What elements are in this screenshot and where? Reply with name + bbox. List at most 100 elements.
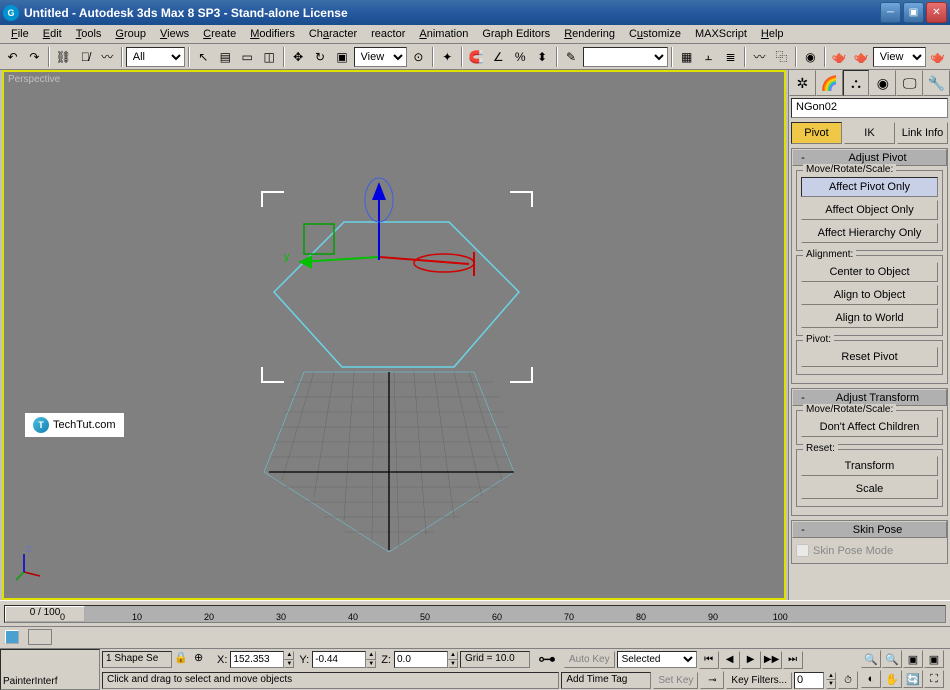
layer-manager-button[interactable]: ≣ bbox=[720, 46, 741, 68]
pivot-center-button[interactable]: ⊙ bbox=[408, 46, 429, 68]
menu-group[interactable]: Group bbox=[108, 26, 153, 42]
zoom-button[interactable]: 🔍 bbox=[861, 650, 881, 668]
window-crossing-button[interactable]: ◫ bbox=[259, 46, 280, 68]
minimize-button[interactable]: ─ bbox=[880, 2, 901, 23]
tab-utilities[interactable]: 🔧 bbox=[923, 70, 950, 96]
align-button[interactable]: ⫠ bbox=[698, 46, 719, 68]
center-to-object-button[interactable]: Center to Object bbox=[801, 262, 938, 282]
trackbar-toggle-button[interactable] bbox=[5, 630, 19, 644]
key-mode-dropdown[interactable]: Selected bbox=[617, 651, 697, 668]
goto-start-button[interactable]: ⏮ bbox=[699, 651, 719, 669]
y-coord-input[interactable] bbox=[312, 651, 366, 668]
affect-hierarchy-only-button[interactable]: Affect Hierarchy Only bbox=[801, 223, 938, 243]
angle-snap-button[interactable]: ∠ bbox=[488, 46, 509, 68]
move-button[interactable]: ✥ bbox=[288, 46, 309, 68]
tab-motion[interactable]: ◉ bbox=[869, 70, 896, 96]
spinner-snap-button[interactable]: ⬍ bbox=[532, 46, 553, 68]
menu-help[interactable]: Help bbox=[754, 26, 791, 42]
link-button[interactable]: ⛓ bbox=[53, 46, 74, 68]
key-filters-button[interactable]: Key Filters... bbox=[726, 672, 792, 689]
x-spinner[interactable]: ▲▼ bbox=[284, 651, 294, 668]
affect-pivot-only-button[interactable]: Affect Pivot Only bbox=[801, 177, 938, 197]
named-selection-dropdown[interactable] bbox=[583, 47, 669, 67]
z-spinner[interactable]: ▲▼ bbox=[448, 651, 458, 668]
mirror-button[interactable]: ▦ bbox=[676, 46, 697, 68]
time-ruler[interactable] bbox=[0, 626, 950, 648]
scale-button[interactable]: ▣ bbox=[332, 46, 353, 68]
time-slider-handle[interactable]: 0 / 100 bbox=[5, 606, 85, 622]
rotate-button[interactable]: ↻ bbox=[310, 46, 331, 68]
reset-pivot-button[interactable]: Reset Pivot bbox=[801, 347, 938, 367]
render-last-button[interactable]: 🫖 bbox=[927, 46, 948, 68]
align-to-world-button[interactable]: Align to World bbox=[801, 308, 938, 328]
menu-animation[interactable]: Animation bbox=[412, 26, 475, 42]
select-by-name-button[interactable]: ▤ bbox=[215, 46, 236, 68]
snap-toggle-button[interactable]: 🧲 bbox=[466, 46, 487, 68]
tab-modify[interactable]: 🌈 bbox=[816, 70, 843, 96]
menu-tools[interactable]: Tools bbox=[69, 26, 109, 42]
render-view-dropdown[interactable]: View bbox=[873, 47, 926, 67]
pan-button[interactable]: ✋ bbox=[882, 670, 902, 688]
schematic-view-button[interactable]: ⿻ bbox=[771, 46, 792, 68]
zoom-all-button[interactable]: 🔍 bbox=[882, 650, 902, 668]
rollout-skin-pose-header[interactable]: - Skin Pose bbox=[792, 521, 947, 538]
bind-spacewarp-button[interactable]: 〰 bbox=[97, 46, 118, 68]
trackbar-key-icon[interactable] bbox=[28, 629, 52, 645]
named-selection-edit-button[interactable]: ✎ bbox=[561, 46, 582, 68]
arc-rotate-button[interactable]: 🔄 bbox=[903, 670, 923, 688]
set-key-button[interactable]: Set Key bbox=[653, 672, 698, 689]
prev-frame-button[interactable]: ◀ bbox=[720, 651, 740, 669]
zoom-extents-all-button[interactable]: ▣ bbox=[924, 650, 944, 668]
menu-customize[interactable]: Customize bbox=[622, 26, 688, 42]
percent-snap-button[interactable]: % bbox=[510, 46, 531, 68]
current-frame-input[interactable] bbox=[794, 672, 824, 689]
frame-spinner[interactable]: ▲▼ bbox=[826, 672, 836, 689]
unlink-button[interactable]: ⛓̸ bbox=[75, 46, 96, 68]
undo-button[interactable]: ↶ bbox=[2, 46, 23, 68]
menu-modifiers[interactable]: Modifiers bbox=[243, 26, 302, 42]
quick-render-button[interactable]: 🫖 bbox=[851, 46, 872, 68]
menu-file[interactable]: File bbox=[4, 26, 36, 42]
select-region-button[interactable]: ▭ bbox=[237, 46, 258, 68]
object-name-field[interactable]: NGon02 bbox=[791, 98, 948, 118]
reset-transform-button[interactable]: Transform bbox=[801, 456, 938, 476]
tab-hierarchy[interactable]: ⛬ bbox=[843, 70, 870, 96]
redo-button[interactable]: ↷ bbox=[24, 46, 45, 68]
set-key-large-button[interactable]: ⊸ bbox=[700, 671, 724, 689]
render-scene-button[interactable]: 🫖 bbox=[829, 46, 850, 68]
subtab-linkinfo[interactable]: Link Info bbox=[897, 122, 948, 144]
menu-views[interactable]: Views bbox=[153, 26, 196, 42]
affect-object-only-button[interactable]: Affect Object Only bbox=[801, 200, 938, 220]
selection-lock-button[interactable]: 🔒 bbox=[174, 651, 192, 668]
select-object-button[interactable]: ↖ bbox=[193, 46, 214, 68]
z-coord-input[interactable] bbox=[394, 651, 448, 668]
zoom-extents-button[interactable]: ▣ bbox=[903, 650, 923, 668]
min-max-toggle-button[interactable]: ⛶ bbox=[924, 670, 944, 688]
menu-maxscript[interactable]: MAXScript bbox=[688, 26, 754, 42]
dont-affect-children-button[interactable]: Don't Affect Children bbox=[801, 417, 938, 437]
menu-character[interactable]: Character bbox=[302, 26, 364, 42]
time-tag-field[interactable]: Add Time Tag bbox=[561, 672, 651, 689]
material-editor-button[interactable]: ◉ bbox=[800, 46, 821, 68]
menu-grapheditors[interactable]: Graph Editors bbox=[475, 26, 557, 42]
reset-scale-button[interactable]: Scale bbox=[801, 479, 938, 499]
selection-filter-dropdown[interactable]: All bbox=[126, 47, 185, 67]
next-frame-button[interactable]: ▶▶ bbox=[762, 651, 782, 669]
time-slider[interactable]: 0 / 100 bbox=[4, 605, 946, 623]
y-spinner[interactable]: ▲▼ bbox=[366, 651, 376, 668]
menu-edit[interactable]: Edit bbox=[36, 26, 69, 42]
maximize-button[interactable]: ▣ bbox=[903, 2, 924, 23]
time-config-button[interactable]: ⏱ bbox=[838, 671, 858, 689]
goto-end-button[interactable]: ⏭ bbox=[783, 651, 803, 669]
subtab-pivot[interactable]: Pivot bbox=[791, 122, 842, 144]
tab-display[interactable]: 🖵 bbox=[896, 70, 923, 96]
subtab-ik[interactable]: IK bbox=[844, 122, 895, 144]
play-button[interactable]: ▶ bbox=[741, 651, 761, 669]
curve-editor-button[interactable]: 〰 bbox=[749, 46, 770, 68]
menu-create[interactable]: Create bbox=[196, 26, 243, 42]
auto-key-button[interactable]: Auto Key bbox=[564, 651, 615, 668]
viewport[interactable]: Perspective bbox=[2, 70, 786, 600]
tab-create[interactable]: ✲ bbox=[789, 70, 816, 96]
align-to-object-button[interactable]: Align to Object bbox=[801, 285, 938, 305]
menu-rendering[interactable]: Rendering bbox=[557, 26, 622, 42]
